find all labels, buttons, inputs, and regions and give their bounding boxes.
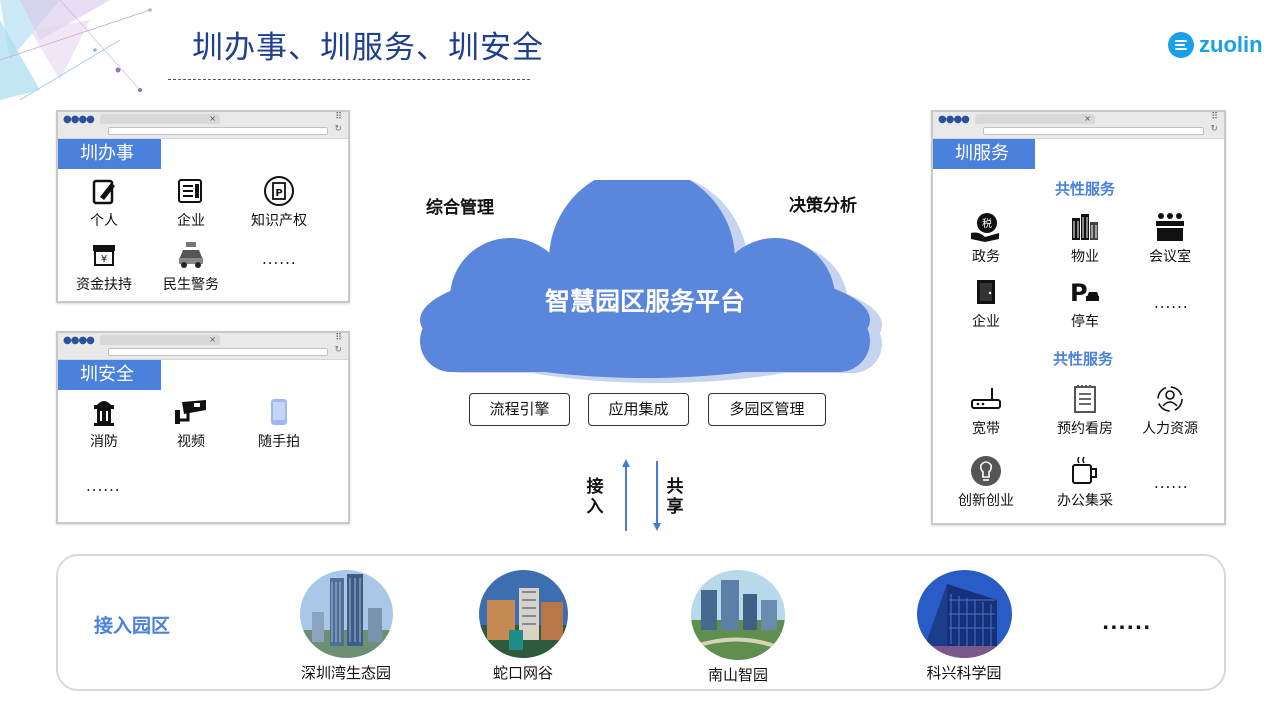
more-items: ...... [1154, 294, 1189, 312]
parking-icon: P [1070, 279, 1099, 305]
person-cycle-icon [1157, 386, 1183, 412]
parks-container [56, 554, 1226, 691]
service-hr[interactable]: 人力资源 [1120, 382, 1220, 438]
park-shenzhen-bay[interactable]: 深圳湾生态园 [266, 570, 426, 683]
service-snapshot[interactable]: 随手拍 [229, 395, 329, 451]
window-dots-icon: ●●●● [63, 114, 95, 125]
label-access: 接入 [586, 477, 604, 517]
buildings-icon [1072, 214, 1098, 240]
lightbulb-icon [971, 456, 1001, 486]
address-bar [108, 348, 328, 356]
reload-icon: ↻ [334, 345, 342, 355]
service-funding[interactable]: ¥ 资金扶持 [54, 238, 154, 294]
browser-chrome: ●●●● × ⠿ ↻ [58, 112, 348, 139]
park-photo [299, 570, 393, 658]
page-title: 圳办事、圳服务、圳安全 [192, 30, 544, 66]
cctv-camera-icon [175, 400, 206, 424]
address-bar [983, 127, 1204, 135]
pill-multi-park[interactable]: 多园区管理 [708, 393, 826, 426]
park-nanshan[interactable]: 南山智园 [658, 570, 818, 685]
service-personal[interactable]: 个人 [54, 174, 154, 230]
brand-logo: zuolin [1168, 30, 1263, 60]
document-list-icon [178, 179, 202, 203]
service-meeting-room[interactable]: 会议室 [1120, 210, 1220, 266]
more-items: ...... [262, 250, 297, 268]
browser-tab: × [975, 114, 1095, 124]
window-dots-icon: ●●●● [63, 335, 95, 346]
svg-text:P: P [1070, 279, 1088, 305]
park-kexing[interactable]: 科兴科学园 [884, 570, 1044, 683]
service-video[interactable]: 视频 [141, 395, 241, 451]
park-photo [691, 570, 785, 660]
park-shekou[interactable]: 蛇口网谷 [443, 570, 603, 683]
panel-zfw: ●●●● × ⠿ ↻ 圳服务 共性服务 税 政务 物业 会议室 企业 P 停车 … [931, 110, 1226, 525]
more-parks: ...... [1102, 612, 1152, 634]
coffee-cup-icon [1072, 456, 1097, 484]
service-procurement[interactable]: 办公集采 [1035, 454, 1135, 510]
section-heading-common: 共性服务 [1054, 180, 1115, 198]
platform-title: 智慧园区服务平台 [544, 287, 745, 316]
park-photo [916, 570, 1012, 658]
menu-icon: ⠿ [335, 112, 342, 122]
notepad-icon [1074, 385, 1096, 413]
service-fire[interactable]: 消防 [54, 395, 154, 451]
browser-tab: × [100, 335, 220, 345]
svg-text:¥: ¥ [101, 254, 107, 265]
pill-app-integration[interactable]: 应用集成 [588, 393, 689, 426]
browser-chrome: ●●●● × ⠿ ↻ [933, 112, 1224, 139]
door-icon [977, 280, 995, 304]
service-enterprise[interactable]: 企业 [141, 174, 241, 230]
more-items: ...... [1154, 474, 1189, 492]
service-parking[interactable]: P 停车 [1035, 275, 1135, 331]
address-bar [108, 127, 328, 135]
section-heading-common-2: 共性服务 [1052, 350, 1113, 368]
gov-hand-icon: 税 [971, 213, 999, 242]
service-enterprise-door[interactable]: 企业 [936, 275, 1036, 331]
police-car-icon [179, 242, 203, 268]
svg-text:税: 税 [982, 217, 992, 230]
menu-icon: ⠿ [1211, 112, 1218, 122]
reload-icon: ↻ [334, 124, 342, 134]
platform-cloud: 智慧园区服务平台 [410, 180, 890, 385]
panel-tab-zfw[interactable]: 圳服务 [933, 139, 1035, 169]
phone-icon [271, 399, 287, 425]
panel-zaq: ●●●● × ⠿ ↻ 圳安全 消防 视频 随手拍 ...... [56, 331, 350, 524]
pill-process-engine[interactable]: 流程引擎 [469, 393, 570, 426]
service-government[interactable]: 税 政务 [936, 210, 1036, 266]
pen-edit-icon [92, 179, 115, 205]
more-items: ...... [86, 477, 121, 495]
browser-chrome: ●●●● × ⠿ ↻ [58, 333, 348, 360]
svg-text:P: P [275, 188, 282, 199]
brand-name: zuolin [1199, 32, 1263, 57]
parks-title: 接入园区 [94, 615, 171, 637]
router-icon [971, 388, 1001, 409]
zuolin-logo-icon [1168, 32, 1194, 58]
patent-icon: P [264, 176, 294, 206]
title-divider [168, 79, 530, 80]
service-startup[interactable]: 创新创业 [936, 454, 1036, 510]
fire-hydrant-icon [94, 401, 114, 426]
window-dots-icon: ●●●● [938, 114, 970, 125]
service-ip[interactable]: P 知识产权 [229, 174, 329, 230]
service-broadband[interactable]: 宽带 [936, 382, 1036, 438]
meeting-room-icon [1156, 213, 1184, 241]
park-photo [478, 570, 568, 658]
corner-decoration [0, 0, 152, 101]
service-police[interactable]: 民生警务 [141, 238, 241, 294]
panel-tab-zbs[interactable]: 圳办事 [58, 139, 161, 169]
reload-icon: ↻ [1210, 124, 1218, 134]
label-share: 共享 [666, 477, 684, 517]
yen-fund-icon: ¥ [93, 245, 115, 266]
panel-zbs: ●●●● × ⠿ ↻ 圳办事 个人 企业 P 知识产权 ¥ 资金扶持 民生警务 … [56, 110, 350, 303]
browser-tab: × [100, 114, 220, 124]
menu-icon: ⠿ [335, 333, 342, 343]
arrows [622, 459, 661, 531]
panel-tab-zaq[interactable]: 圳安全 [58, 360, 161, 390]
